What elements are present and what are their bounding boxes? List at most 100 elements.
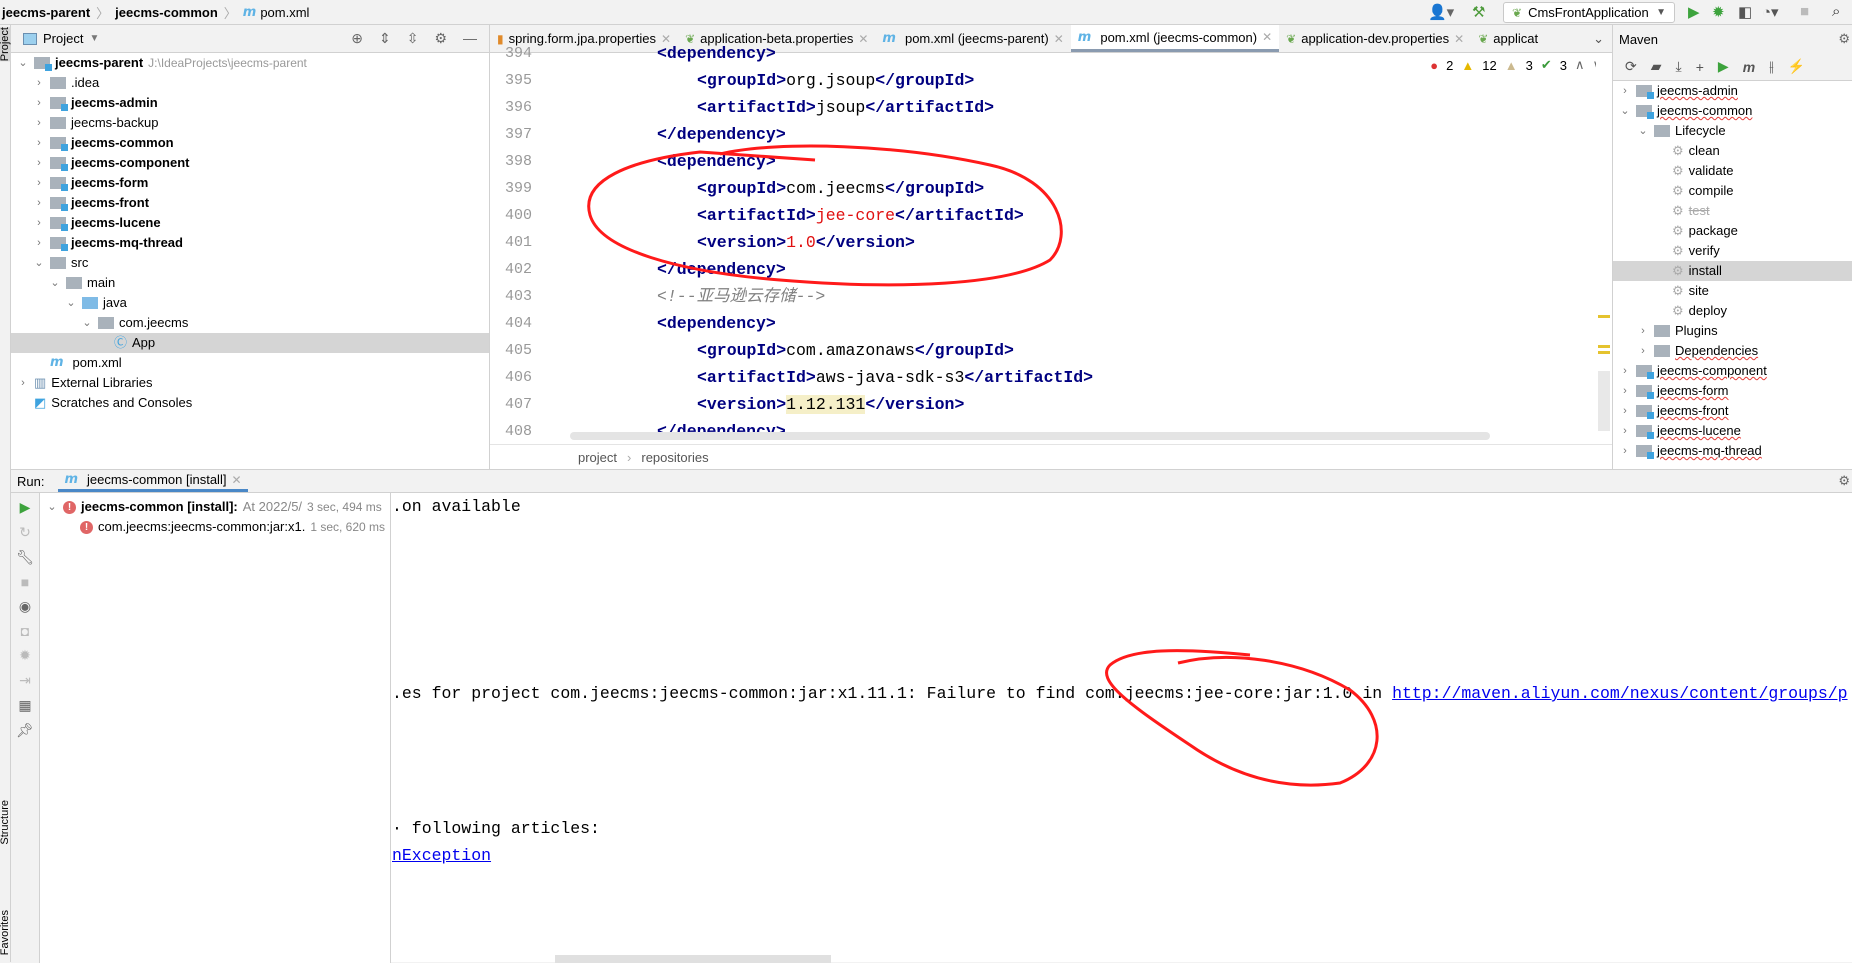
close-icon[interactable]: ✕ xyxy=(1262,30,1272,44)
maven-tree-item[interactable]: ⚙ verify xyxy=(1655,241,1720,261)
expand-all-icon[interactable]: ⇕ xyxy=(379,30,391,47)
chevron-down-icon[interactable]: ⌄ xyxy=(1637,121,1649,141)
close-icon[interactable]: ✕ xyxy=(858,32,868,46)
build-tree-root[interactable]: ⌄! jeecms-common [install]: At 2022/5/3 se… xyxy=(46,497,381,517)
maven-tree-item[interactable]: ⌄ jeecms-common xyxy=(1619,101,1752,121)
chevron-right-icon[interactable]: › xyxy=(1619,441,1631,461)
build-hammer-icon[interactable]: ⚒ xyxy=(1472,3,1485,21)
search-icon[interactable]: ⌕ xyxy=(1832,3,1840,20)
maven-tree-item[interactable]: ⚙ clean xyxy=(1655,141,1720,161)
project-tree-item[interactable]: ⌄ com.jeecms xyxy=(81,313,188,333)
chevron-right-icon[interactable]: › xyxy=(33,113,45,133)
camera-icon[interactable]: ◘ xyxy=(21,623,29,639)
maven-tree-item[interactable]: › jeecms-admin xyxy=(1619,81,1738,101)
prev-highlight-icon[interactable]: ∧ xyxy=(1575,57,1585,73)
reload-icon[interactable]: ⟳ xyxy=(1625,58,1637,75)
stop-icon[interactable]: ■ xyxy=(1800,3,1809,20)
close-icon[interactable]: ✕ xyxy=(231,473,241,487)
project-tree-item[interactable]: ⌄ main xyxy=(49,273,115,293)
debug-icon[interactable]: ✹ xyxy=(1712,3,1725,21)
maven-tree-item[interactable]: ⌄ Lifecycle xyxy=(1637,121,1725,141)
locate-icon[interactable]: ⊕ xyxy=(351,30,363,47)
collapse-all-icon[interactable]: ⇳ xyxy=(407,30,419,47)
chevron-down-icon[interactable]: ⌄ xyxy=(1619,101,1631,121)
project-tree-item[interactable]: › .idea xyxy=(33,73,99,93)
run-icon[interactable]: ▶ xyxy=(1718,58,1729,75)
chevron-down-icon[interactable]: ⌄ xyxy=(81,313,93,333)
chevron-down-icon[interactable]: ⌄ xyxy=(65,293,77,313)
editor-tab[interactable]: ❦ applicat xyxy=(1471,25,1545,52)
project-view-select[interactable]: Project xyxy=(43,31,83,46)
maven-tree-item[interactable]: ⚙ compile xyxy=(1655,181,1733,201)
maven-tree-item[interactable]: ⚙ install xyxy=(1613,261,1852,281)
chevron-right-icon[interactable]: › xyxy=(17,373,29,393)
chevron-right-icon[interactable]: › xyxy=(33,213,45,233)
profile-icon[interactable]: ◔▾ xyxy=(1762,3,1779,21)
download-icon[interactable]: ⤓ xyxy=(1676,58,1682,75)
chevron-right-icon[interactable]: › xyxy=(1619,81,1631,101)
maven-tree-item[interactable]: ⚙ test xyxy=(1655,201,1710,221)
add-icon[interactable]: + xyxy=(1696,59,1704,75)
structure-tool-button[interactable]: Structure xyxy=(0,800,11,845)
close-icon[interactable]: ✕ xyxy=(1054,32,1064,46)
chevron-right-icon[interactable]: › xyxy=(1637,341,1649,361)
editor-horizontal-scrollbar[interactable] xyxy=(570,432,1490,440)
breadcrumb-repositories[interactable]: repositories xyxy=(641,450,708,465)
project-tree-item[interactable]: › jeecms-mq-thread xyxy=(33,233,183,253)
breadcrumb-project[interactable]: project xyxy=(578,450,617,465)
maven-tree-item[interactable]: › Plugins xyxy=(1637,321,1717,341)
chevron-right-icon[interactable]: › xyxy=(33,133,45,153)
rerun-icon[interactable]: ▶ xyxy=(20,499,31,516)
project-tree-item[interactable]: ◩ Scratches and Consoles xyxy=(17,393,192,413)
editor-scrollbar[interactable] xyxy=(1596,53,1612,443)
rerun-failed-icon[interactable]: ↻ xyxy=(19,524,31,541)
build-tree-child[interactable]: ! com.jeecms:jeecms-common:jar:x1. 1 sec, … xyxy=(80,517,385,537)
maven-tree-item[interactable]: › jeecms-mq-thread xyxy=(1619,441,1762,461)
chevron-down-icon[interactable]: ⌄ xyxy=(33,253,45,273)
project-tree-item[interactable]: ⌄ src xyxy=(33,253,88,273)
layout-icon[interactable]: ▦ xyxy=(18,697,31,714)
project-tree-item[interactable]: › jeecms-component xyxy=(33,153,189,173)
gear-icon[interactable]: ⚙ xyxy=(434,30,447,47)
debug-icon[interactable]: ✹ xyxy=(19,647,31,664)
chevron-right-icon[interactable]: › xyxy=(1619,401,1631,421)
exception-link[interactable]: nException xyxy=(392,846,491,865)
maven-tree-item[interactable]: ⚙ deploy xyxy=(1655,301,1727,321)
add-folder-icon[interactable]: ▰ xyxy=(1651,58,1662,75)
run-tab[interactable]: m jeecms-common [install] ✕ xyxy=(58,470,248,492)
run-icon[interactable]: ▶ xyxy=(1688,3,1700,21)
chevron-right-icon[interactable]: › xyxy=(1619,361,1631,381)
project-tool-button[interactable]: Project xyxy=(0,27,11,62)
chevron-right-icon[interactable]: › xyxy=(1619,421,1631,441)
execute-goal-icon[interactable]: m xyxy=(1743,59,1755,75)
project-tree-item[interactable]: › jeecms-form xyxy=(33,173,148,193)
crumb-project[interactable]: jeecms-parent xyxy=(2,5,90,20)
editor-tab[interactable]: ❦ application-dev.properties ✕ xyxy=(1279,25,1471,52)
maven-tree-item[interactable]: ⚙ site xyxy=(1655,281,1709,301)
chevron-right-icon[interactable]: › xyxy=(33,93,45,113)
project-tree-item[interactable]: ⌄ java xyxy=(65,293,126,313)
inspection-widget[interactable]: ●2 ▲12 ▲3 ✔3 ∧∨ xyxy=(1430,57,1602,73)
chevron-right-icon[interactable]: › xyxy=(33,153,45,173)
chevron-right-icon[interactable]: › xyxy=(33,193,45,213)
maven-tree-item[interactable]: › jeecms-front xyxy=(1619,401,1729,421)
project-tree-item[interactable]: › jeecms-front xyxy=(33,193,149,213)
gear-icon[interactable]: ⚙ xyxy=(1838,31,1850,47)
user-icon[interactable]: 👤▾ xyxy=(1428,3,1454,21)
project-tree-item[interactable]: › jeecms-lucene xyxy=(33,213,161,233)
chevron-right-icon[interactable]: › xyxy=(33,173,45,193)
coverage-icon[interactable]: ◧ xyxy=(1738,3,1752,21)
project-tree-item[interactable]: m pom.xml xyxy=(33,353,122,373)
project-tree-item[interactable]: › jeecms-admin xyxy=(33,93,158,113)
stop-icon[interactable]: ■ xyxy=(21,574,29,590)
favorites-tool-button[interactable]: Favorites xyxy=(0,910,11,955)
project-tree-item[interactable]: ⌄ jeecms-parent J:\IdeaProjects\jeecms-par… xyxy=(17,53,307,73)
project-tree-item[interactable]: › ▥ External Libraries xyxy=(17,373,152,393)
chevron-right-icon[interactable]: › xyxy=(33,73,45,93)
editor-tab[interactable]: m pom.xml (jeecms-parent) ✕ xyxy=(875,25,1070,52)
gear-icon[interactable]: ⚙ xyxy=(1838,473,1850,489)
crumb-module[interactable]: jeecms-common xyxy=(115,5,218,20)
tabs-overflow-icon[interactable]: ⌄ xyxy=(1593,31,1604,47)
maven-tree-item[interactable]: › jeecms-form xyxy=(1619,381,1729,401)
pin-icon[interactable]: 📌︎ xyxy=(16,722,34,739)
